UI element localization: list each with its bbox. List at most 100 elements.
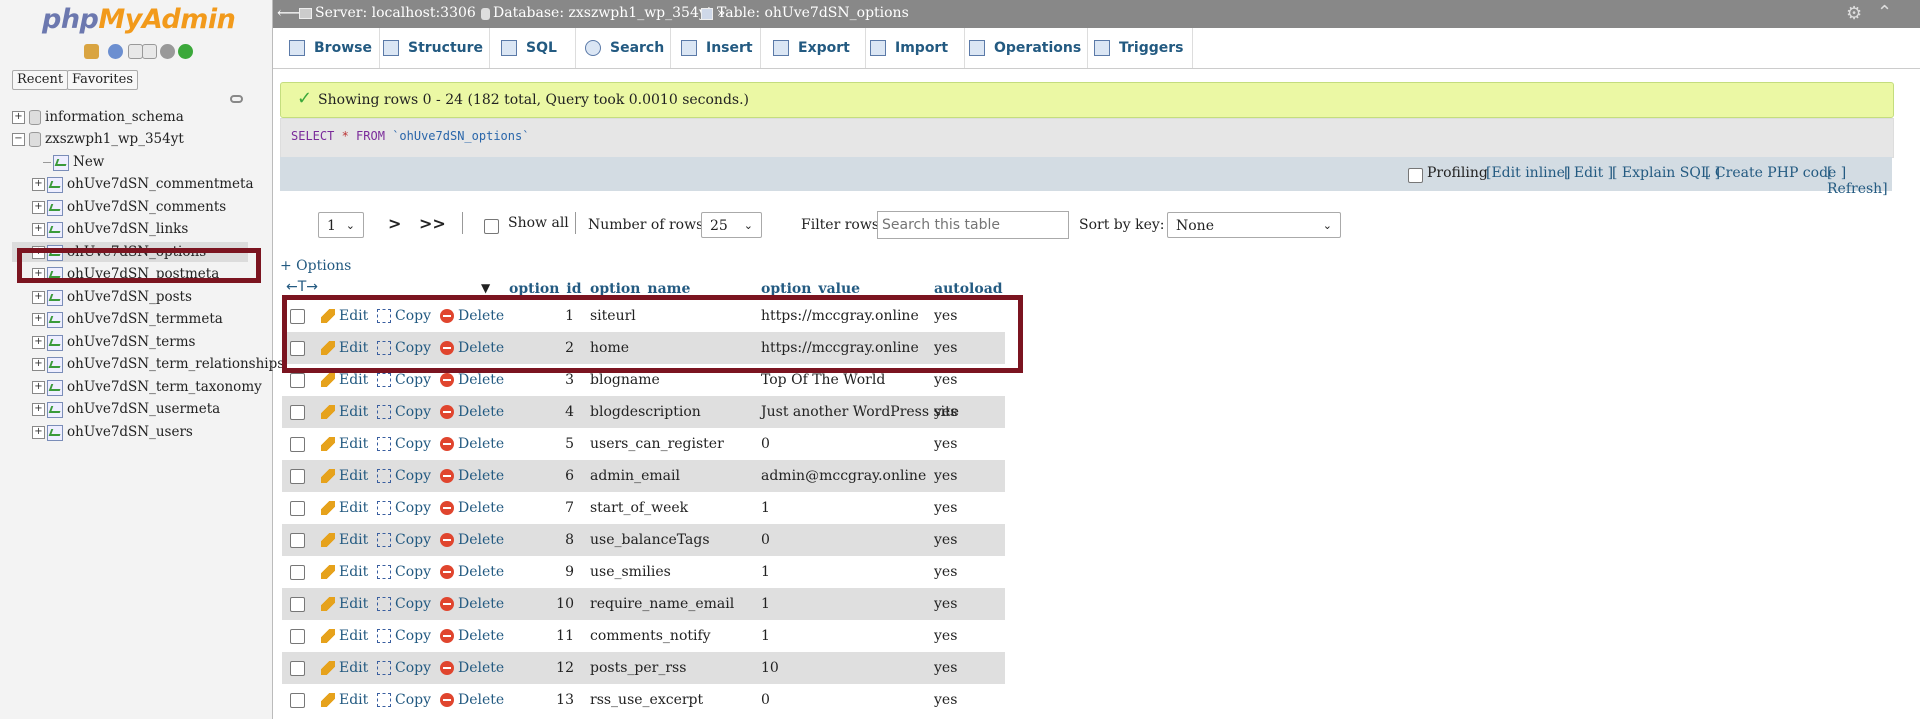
copy-button[interactable]: Copy	[377, 684, 431, 716]
cell-option-id[interactable]: 4	[524, 396, 574, 428]
create-php-code-link[interactable]: [ Create PHP code ]	[1705, 165, 1846, 181]
edit-button[interactable]: Edit	[321, 556, 368, 588]
expand-icon[interactable]: −	[12, 133, 25, 146]
expand-icon[interactable]: +	[32, 291, 45, 304]
tree-table-item[interactable]: + ohUve7dSN_termmeta	[12, 309, 223, 329]
delete-button[interactable]: Delete	[440, 460, 504, 492]
cell-autoload[interactable]: yes	[934, 588, 957, 620]
cell-option-name[interactable]: posts_per_rss	[590, 652, 686, 684]
expand-icon[interactable]: +	[32, 313, 45, 326]
expand-icon[interactable]: +	[32, 381, 45, 394]
cell-option-name[interactable]: rss_use_excerpt	[590, 684, 703, 716]
row-checkbox[interactable]	[290, 372, 305, 388]
cell-option-value[interactable]: 1	[761, 492, 770, 524]
cell-option-name[interactable]: use_smilies	[590, 556, 671, 588]
cell-option-value[interactable]: 10	[761, 652, 779, 684]
tab-structure[interactable]: Structure	[375, 28, 490, 68]
edit-button[interactable]: Edit	[321, 460, 368, 492]
tab-import[interactable]: Import	[862, 28, 965, 68]
expand-icon[interactable]: +	[12, 111, 25, 124]
next-page-button[interactable]: >	[388, 214, 401, 233]
tree-table-item[interactable]: + ohUve7dSN_links	[12, 219, 188, 239]
cell-option-id[interactable]: 7	[524, 492, 574, 524]
tree-table-item[interactable]: + ohUve7dSN_terms	[12, 332, 195, 352]
cell-option-name[interactable]: blogdescription	[590, 396, 701, 428]
cell-option-name[interactable]: comments_notify	[590, 620, 711, 652]
cell-option-id[interactable]: 12	[524, 652, 574, 684]
last-page-button[interactable]: >>	[419, 214, 446, 233]
copy-button[interactable]: Copy	[377, 620, 431, 652]
settings-gear-icon[interactable]: ⚙	[1846, 3, 1862, 24]
edit-button[interactable]: Edit	[321, 492, 368, 524]
tab-sql[interactable]: SQL	[493, 28, 576, 68]
sql-docs-icon[interactable]	[142, 44, 157, 59]
cell-option-value[interactable]: 0	[761, 524, 770, 556]
options-link[interactable]: + Options	[280, 258, 351, 274]
row-checkbox[interactable]	[290, 532, 305, 548]
delete-button[interactable]: Delete	[440, 588, 504, 620]
tree-database-item[interactable]: − zxszwph1_wp_354yt	[12, 129, 184, 149]
cell-option-id[interactable]: 13	[524, 684, 574, 716]
row-checkbox[interactable]	[290, 436, 305, 452]
tab-export[interactable]: Export	[765, 28, 866, 68]
tab-triggers[interactable]: Triggers	[1086, 28, 1193, 68]
cell-autoload[interactable]: yes	[934, 620, 957, 652]
row-checkbox[interactable]	[290, 468, 305, 484]
cell-autoload[interactable]: yes	[934, 652, 957, 684]
reload-icon[interactable]	[178, 44, 193, 59]
tab-browse[interactable]: Browse	[281, 28, 380, 68]
copy-button[interactable]: Copy	[377, 396, 431, 428]
cell-autoload[interactable]: yes	[934, 396, 957, 428]
cell-option-value[interactable]: 1	[761, 588, 770, 620]
expand-icon[interactable]: +	[32, 358, 45, 371]
tree-table-item[interactable]: + ohUve7dSN_posts	[12, 287, 192, 307]
phpmyadmin-logo[interactable]: phpMyAdmin	[42, 4, 236, 35]
tree-table-item[interactable]: + ohUve7dSN_term_relationships	[12, 354, 284, 374]
logout-icon[interactable]	[108, 44, 123, 59]
cell-option-name[interactable]: require_name_email	[590, 588, 734, 620]
tab-search[interactable]: Search	[577, 28, 671, 68]
tree-table-item[interactable]: + ohUve7dSN_term_taxonomy	[12, 377, 262, 397]
cell-autoload[interactable]: yes	[934, 524, 957, 556]
breadcrumb-server[interactable]: Server: localhost:3306 »	[315, 5, 489, 21]
breadcrumb-database[interactable]: Database: zxszwph1_wp_354yt »	[493, 5, 725, 21]
cell-option-id[interactable]: 11	[524, 620, 574, 652]
edit-button[interactable]: Edit	[321, 652, 368, 684]
row-checkbox[interactable]	[290, 692, 305, 708]
tree-table-item[interactable]: + ohUve7dSN_commentmeta	[12, 174, 254, 194]
cell-option-value[interactable]: Just another WordPress site	[761, 396, 959, 428]
expand-icon[interactable]: +	[32, 403, 45, 416]
rows-per-page-select[interactable]: 25 ⌄	[701, 212, 762, 238]
cell-autoload[interactable]: yes	[934, 428, 957, 460]
expand-icon[interactable]: +	[32, 201, 45, 214]
cell-autoload[interactable]: yes	[934, 460, 957, 492]
sort-by-key-select[interactable]: None ⌄	[1167, 212, 1341, 238]
recent-tab[interactable]: Recent	[12, 70, 69, 90]
row-checkbox[interactable]	[290, 628, 305, 644]
tab-insert[interactable]: Insert	[673, 28, 761, 68]
cell-option-value[interactable]: 0	[761, 684, 770, 716]
cell-option-value[interactable]: 1	[761, 556, 770, 588]
delete-button[interactable]: Delete	[440, 652, 504, 684]
explain-sql-link[interactable]: [ Explain SQL ]	[1612, 165, 1720, 181]
edit-button[interactable]: Edit	[321, 428, 368, 460]
delete-button[interactable]: Delete	[440, 492, 504, 524]
cell-option-value[interactable]: 0	[761, 428, 770, 460]
cell-option-id[interactable]: 5	[524, 428, 574, 460]
delete-button[interactable]: Delete	[440, 524, 504, 556]
copy-button[interactable]: Copy	[377, 428, 431, 460]
copy-button[interactable]: Copy	[377, 524, 431, 556]
tree-table-item[interactable]: + ohUve7dSN_comments	[12, 197, 226, 217]
copy-button[interactable]: Copy	[377, 492, 431, 524]
page-select[interactable]: 1 ⌄	[318, 212, 364, 238]
edit-button[interactable]: Edit	[321, 684, 368, 716]
cell-autoload[interactable]: yes	[934, 556, 957, 588]
refresh-link[interactable]: [ Refresh]	[1827, 165, 1892, 197]
tab-operations[interactable]: Operations	[961, 28, 1088, 68]
copy-button[interactable]: Copy	[377, 556, 431, 588]
filter-rows-input[interactable]	[877, 211, 1069, 239]
cell-autoload[interactable]: yes	[934, 492, 957, 524]
edit-button[interactable]: Edit	[321, 588, 368, 620]
cell-option-id[interactable]: 8	[524, 524, 574, 556]
cell-option-value[interactable]: admin@mccgray.online	[761, 460, 926, 492]
